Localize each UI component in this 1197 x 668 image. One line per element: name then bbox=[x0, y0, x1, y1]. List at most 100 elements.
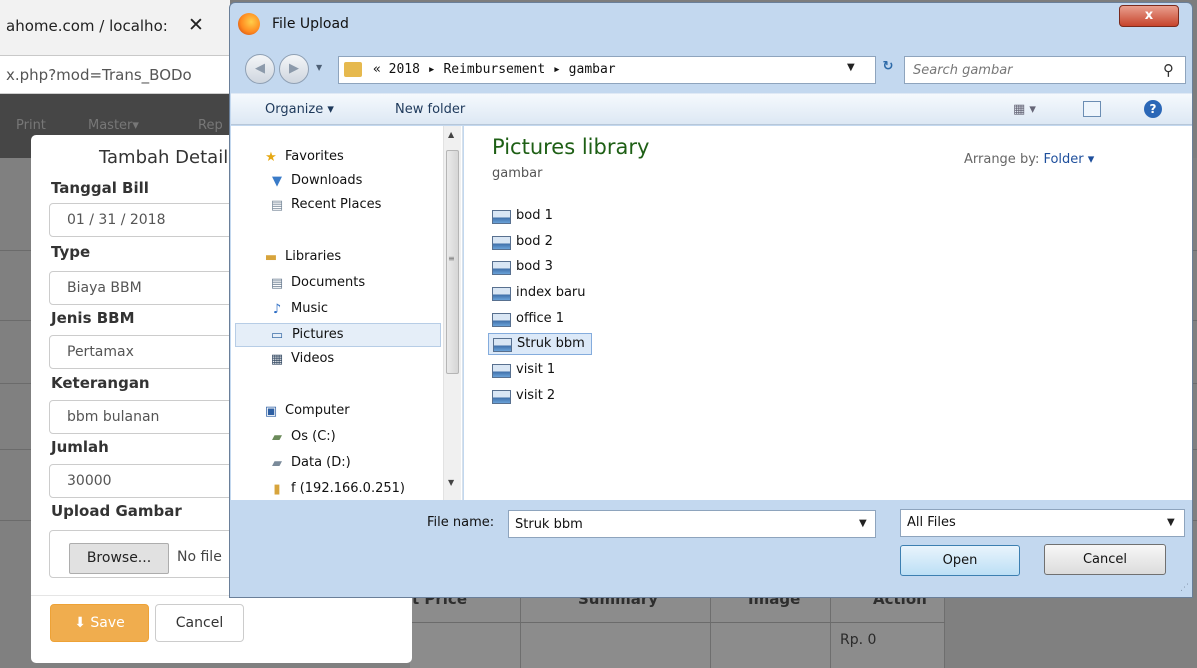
chevron-down-icon[interactable]: ▼ bbox=[859, 518, 867, 529]
nav-item-computer[interactable]: ▣ Computer bbox=[263, 400, 433, 424]
file-item[interactable]: bod 3 bbox=[488, 257, 559, 279]
file-item[interactable]: bod 1 bbox=[488, 206, 559, 228]
refresh-icon[interactable]: ↻ bbox=[878, 59, 898, 81]
nav-label: Favorites bbox=[285, 149, 344, 164]
nav-item-pictures[interactable]: ▭ Pictures bbox=[235, 323, 441, 347]
library-title: Pictures library bbox=[492, 135, 650, 159]
url-text: x.php?mod=Trans_BODo bbox=[6, 66, 192, 84]
file-name: index baru bbox=[516, 285, 586, 300]
file-name-label: File name: bbox=[427, 515, 495, 530]
nav-label: Documents bbox=[291, 275, 366, 290]
browser-tab-title: ahome.com / localho: bbox=[6, 17, 168, 35]
nav-item-downloads[interactable]: ▼ Downloads bbox=[269, 170, 439, 194]
file-item[interactable]: bod 2 bbox=[488, 232, 559, 254]
table-cell-divider bbox=[520, 590, 521, 668]
table-row-divider bbox=[410, 622, 945, 623]
jenis-bbm-label: Jenis BBM bbox=[51, 309, 135, 327]
back-arrow-icon[interactable]: ◀ bbox=[245, 54, 275, 84]
nav-report[interactable]: Rep bbox=[198, 118, 223, 133]
star-icon: ★ bbox=[265, 150, 277, 165]
organize-menu[interactable]: Organize ▾ bbox=[265, 102, 334, 117]
arrange-dropdown[interactable]: Folder ▾ bbox=[1043, 152, 1094, 167]
address-bar[interactable]: x.php?mod=Trans_BODo bbox=[0, 56, 230, 94]
image-file-icon bbox=[492, 210, 511, 224]
file-item[interactable]: office 1 bbox=[488, 309, 570, 331]
image-file-icon bbox=[492, 236, 511, 250]
nav-item-drive-d[interactable]: ▰ Data (D:) bbox=[269, 452, 439, 476]
file-name-value: Struk bbm bbox=[515, 517, 583, 532]
save-button[interactable]: ⬇ Save bbox=[50, 604, 149, 642]
nav-label: Downloads bbox=[291, 173, 363, 188]
close-tab-icon[interactable]: ✕ bbox=[188, 14, 204, 36]
change-view-icon[interactable]: ▦ ▾ bbox=[1013, 102, 1036, 117]
chevron-down-icon[interactable]: ▼ bbox=[847, 62, 855, 73]
nav-item-favorites[interactable]: ★ Favorites bbox=[263, 146, 433, 170]
table-cell-divider bbox=[710, 590, 711, 668]
search-placeholder: Search gambar bbox=[913, 63, 1013, 78]
nav-pane-scrollbar[interactable]: ▲ ≡ ▼ bbox=[443, 126, 461, 500]
keterangan-label: Keterangan bbox=[51, 374, 150, 392]
nav-item-videos[interactable]: ▦ Videos bbox=[269, 348, 439, 372]
dialog-cancel-button[interactable]: Cancel bbox=[1044, 544, 1166, 575]
upload-gambar-label: Upload Gambar bbox=[51, 502, 182, 520]
nav-item-drive-c[interactable]: ▰ Os (C:) bbox=[269, 426, 439, 450]
help-icon[interactable]: ? bbox=[1144, 100, 1162, 118]
image-file-icon bbox=[492, 390, 511, 404]
file-name: visit 2 bbox=[516, 388, 556, 403]
videos-icon: ▦ bbox=[270, 352, 284, 367]
browse-button[interactable]: Browse... bbox=[69, 543, 169, 574]
chevron-down-icon[interactable]: ▼ bbox=[1167, 517, 1175, 528]
file-type-select[interactable]: All Files ▼ bbox=[900, 509, 1185, 537]
arrange-by: Arrange by: Folder ▾ bbox=[964, 152, 1094, 167]
browser-tab[interactable]: ahome.com / localho: ✕ bbox=[0, 0, 230, 56]
nav-master[interactable]: Master▾ bbox=[88, 118, 139, 133]
breadcrumb[interactable]: « 2018 ▸ Reimbursement ▸ gambar bbox=[373, 62, 616, 77]
preview-pane-icon[interactable] bbox=[1083, 101, 1101, 117]
search-input[interactable]: Search gambar ⚲ bbox=[904, 56, 1186, 84]
file-name: bod 1 bbox=[516, 208, 553, 223]
scroll-down-icon[interactable]: ▼ bbox=[448, 478, 454, 487]
modal-cancel-button[interactable]: Cancel bbox=[155, 604, 244, 642]
scroll-up-icon[interactable]: ▲ bbox=[448, 130, 454, 139]
save-label: Save bbox=[90, 615, 125, 631]
file-item-selected[interactable]: Struk bbm bbox=[488, 333, 592, 355]
nav-item-network-drive[interactable]: ▮ f (192.166.0.251) bbox=[269, 478, 439, 500]
search-icon[interactable]: ⚲ bbox=[1163, 61, 1174, 79]
file-type-value: All Files bbox=[907, 515, 956, 530]
nav-label: Pictures bbox=[292, 327, 344, 342]
detail-table bbox=[410, 590, 945, 668]
table-cell-divider bbox=[944, 590, 945, 668]
command-bar: Organize ▾ New folder ▦ ▾ ? bbox=[231, 93, 1192, 125]
network-drive-icon: ▮ bbox=[273, 482, 281, 497]
open-button[interactable]: Open bbox=[900, 545, 1020, 576]
resize-grip-icon[interactable]: ⋰ bbox=[1180, 583, 1189, 593]
jumlah-label: Jumlah bbox=[51, 438, 109, 456]
file-name: Struk bbm bbox=[517, 336, 585, 351]
file-item[interactable]: visit 2 bbox=[488, 386, 561, 408]
dialog-close-button[interactable]: x bbox=[1119, 5, 1179, 27]
nav-label: Os (C:) bbox=[291, 429, 336, 444]
new-folder-button[interactable]: New folder bbox=[395, 102, 465, 117]
library-subtitle: gambar bbox=[492, 166, 543, 181]
nav-label: Libraries bbox=[285, 249, 342, 264]
nav-item-recent-places[interactable]: ▤ Recent Places bbox=[269, 194, 439, 218]
file-name-input[interactable]: Struk bbm ▼ bbox=[508, 510, 876, 538]
location-bar[interactable]: « 2018 ▸ Reimbursement ▸ gambar ▼ bbox=[338, 56, 876, 84]
table-cell-divider bbox=[830, 590, 831, 668]
amount-cell: Rp. 0 bbox=[840, 632, 877, 648]
file-item[interactable]: index baru bbox=[488, 283, 592, 305]
upload-icon: ⬇ bbox=[74, 615, 91, 631]
nav-print[interactable]: Print bbox=[16, 118, 46, 133]
recent-locations-icon[interactable]: ▼ bbox=[316, 63, 322, 72]
file-upload-dialog: File Upload x ◀ ▶ ▼ « 2018 ▸ Reimburseme… bbox=[229, 2, 1193, 598]
image-file-icon bbox=[492, 287, 511, 301]
dialog-title: File Upload bbox=[272, 16, 349, 32]
nav-item-libraries[interactable]: ▬ Libraries bbox=[263, 246, 433, 270]
folder-icon bbox=[344, 62, 362, 77]
drive-icon: ▰ bbox=[272, 456, 282, 471]
computer-icon: ▣ bbox=[264, 404, 278, 419]
file-item[interactable]: visit 1 bbox=[488, 360, 561, 382]
nav-item-music[interactable]: ♪ Music bbox=[269, 298, 439, 322]
forward-arrow-icon[interactable]: ▶ bbox=[279, 54, 309, 84]
nav-item-documents[interactable]: ▤ Documents bbox=[269, 272, 439, 296]
